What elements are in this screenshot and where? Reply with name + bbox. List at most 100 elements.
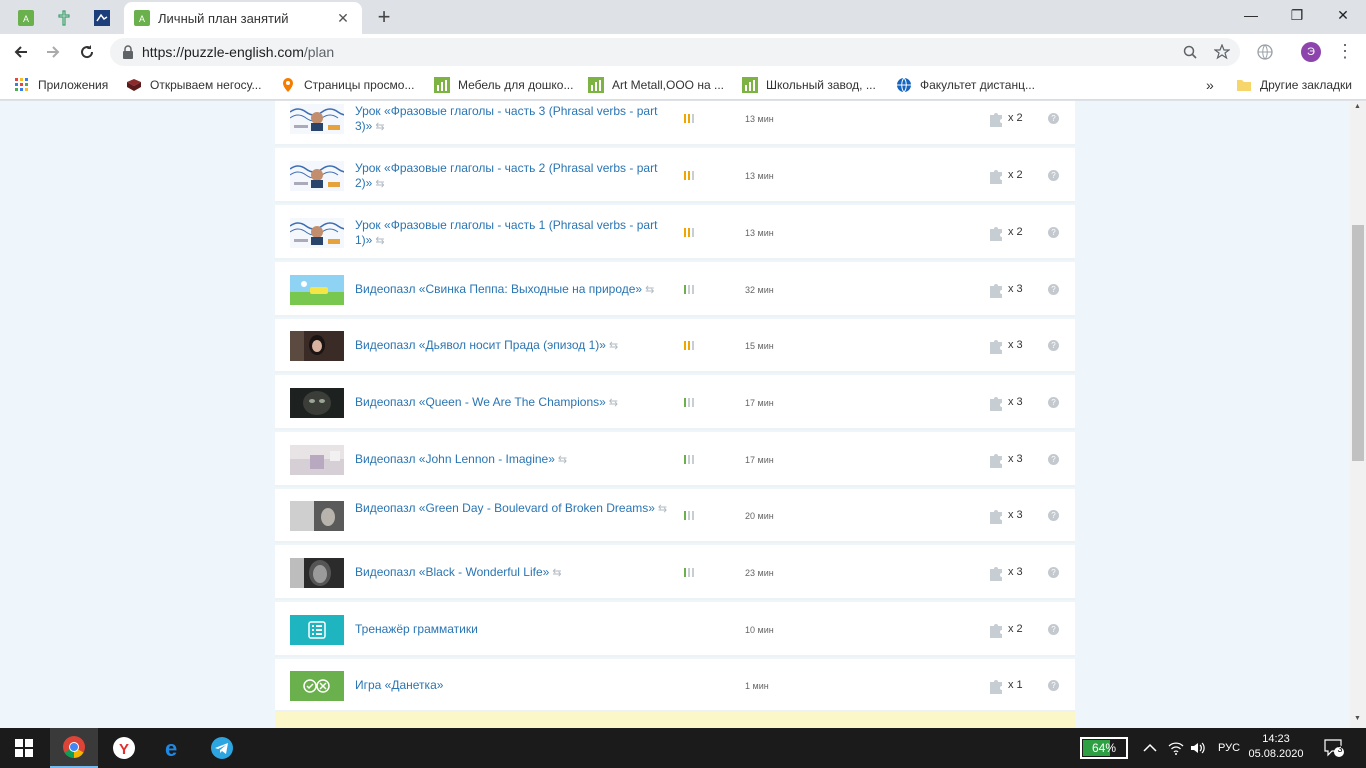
extension-globe-button[interactable] <box>1252 40 1278 64</box>
thumbnail-prada[interactable] <box>290 331 344 361</box>
repeat-icon[interactable]: ⇆ <box>609 340 618 352</box>
help-icon[interactable]: ? <box>1048 170 1059 181</box>
repeat-icon[interactable]: ⇆ <box>375 178 384 190</box>
bookmark-item[interactable]: Мебель для дошко... <box>434 76 573 94</box>
active-tab[interactable]: A Личный план занятий ✕ <box>124 2 362 34</box>
system-clock[interactable]: 14:23 05.08.2020 <box>1246 732 1306 762</box>
volume-icon[interactable] <box>1190 728 1206 768</box>
thumbnail-lesson[interactable] <box>290 218 344 248</box>
plan-row[interactable]: Урок «Фразовые глаголы - часть 1 (Phrasa… <box>275 205 1075 260</box>
repeat-icon[interactable]: ⇆ <box>375 235 384 247</box>
plan-item-title[interactable]: Видеопазл «Queen - We Are The Champions» <box>355 395 606 409</box>
address-bar[interactable]: https://puzzle-english.com/plan <box>110 38 1240 66</box>
tray-chevron-icon[interactable] <box>1143 728 1157 768</box>
start-button[interactable] <box>0 728 48 768</box>
repeat-icon[interactable]: ⇆ <box>375 121 384 133</box>
taskbar-yandex[interactable]: Y <box>100 728 148 768</box>
plan-item-link[interactable]: Видеопазл «Свинка Пеппа: Выходные на при… <box>355 282 670 298</box>
bookmark-item[interactable]: Art Metall,ООО на ... <box>588 76 724 94</box>
new-tab-button[interactable]: + <box>372 6 396 30</box>
profile-avatar[interactable]: Э <box>1301 42 1321 62</box>
thumbnail-lesson[interactable] <box>290 104 344 134</box>
browser-menu-button[interactable]: ⋮ <box>1335 40 1355 64</box>
reload-button[interactable] <box>74 40 100 64</box>
plan-item-link[interactable]: Видеопазл «Black - Wonderful Life» ⇆ <box>355 565 670 581</box>
thumbnail-queen[interactable] <box>290 388 344 418</box>
bookmark-item[interactable]: Страницы просмо... <box>280 76 414 94</box>
plan-item-link[interactable]: Урок «Фразовые глаголы - часть 1 (Phrasa… <box>355 218 670 249</box>
help-icon[interactable]: ? <box>1048 624 1059 635</box>
bookmark-star-icon[interactable] <box>1212 42 1232 62</box>
bookmark-item[interactable]: Открываем негосу... <box>126 76 261 94</box>
plan-row[interactable]: Игра «Данетка» 1 мин x 1? <box>275 659 1075 712</box>
scroll-down-icon[interactable]: ▼ <box>1354 715 1361 722</box>
restore-button[interactable]: ❐ <box>1274 0 1320 30</box>
scroll-up-icon[interactable]: ▲ <box>1354 103 1361 110</box>
bookmark-item[interactable]: Школьный завод, ... <box>742 76 876 94</box>
taskbar-edge[interactable]: e <box>150 728 198 768</box>
pinned-tab-cross[interactable] <box>46 6 82 30</box>
help-icon[interactable]: ? <box>1048 227 1059 238</box>
close-window-button[interactable]: ✕ <box>1320 0 1366 30</box>
plan-row[interactable]: Видеопазл «Queen - We Are The Champions»… <box>275 375 1075 430</box>
plan-item-title[interactable]: Видеопазл «Black - Wonderful Life» <box>355 565 549 579</box>
plan-item-link[interactable]: Урок «Фразовые глаголы - часть 3 (Phrasa… <box>355 104 670 135</box>
plan-item-title[interactable]: Видеопазл «Свинка Пеппа: Выходные на при… <box>355 282 642 296</box>
input-language[interactable]: РУС <box>1218 728 1240 768</box>
plan-item-title[interactable]: Видеопазл «Дьявол носит Прада (эпизод 1)… <box>355 338 606 352</box>
other-bookmarks[interactable]: Другие закладки <box>1236 76 1352 94</box>
repeat-icon[interactable]: ⇆ <box>645 284 654 296</box>
help-icon[interactable]: ? <box>1048 113 1059 124</box>
plan-row[interactable]: Урок «Фразовые глаголы - часть 3 (Phrasa… <box>275 101 1075 146</box>
plan-item-link[interactable]: Видеопазл «Queen - We Are The Champions»… <box>355 395 670 411</box>
plan-item-link[interactable]: Видеопазл «Дьявол носит Прада (эпизод 1)… <box>355 338 670 354</box>
plan-item-title[interactable]: Урок «Фразовые глаголы - часть 2 (Phrasa… <box>355 161 657 190</box>
repeat-icon[interactable]: ⇆ <box>658 503 667 515</box>
notifications-button[interactable]: 3 <box>1324 728 1344 768</box>
plan-row[interactable]: Видеопазл «John Lennon - Imagine» ⇆ 17 мин… <box>275 432 1075 487</box>
help-icon[interactable]: ? <box>1048 567 1059 578</box>
forward-button[interactable] <box>40 40 66 64</box>
repeat-icon[interactable]: ⇆ <box>552 567 561 579</box>
thumbnail-lennon[interactable] <box>290 445 344 475</box>
bookmark-apps[interactable]: Приложения <box>14 76 108 94</box>
plan-item-title[interactable]: Урок «Фразовые глаголы - часть 3 (Phrasa… <box>355 104 657 133</box>
plan-item-title[interactable]: Видеопазл «Green Day - Boulevard of Brok… <box>355 501 655 515</box>
plan-item-link[interactable]: Игра «Данетка» <box>355 678 670 693</box>
thumbnail-black[interactable] <box>290 558 344 588</box>
plan-row[interactable]: Тренажёр грамматики 10 мин x 2? <box>275 602 1075 657</box>
thumbnail-danetka[interactable] <box>290 671 344 701</box>
plan-row[interactable]: Урок «Фразовые глаголы - часть 2 (Phrasa… <box>275 148 1075 203</box>
plan-item-link[interactable]: Тренажёр грамматики <box>355 622 670 637</box>
plan-item-title[interactable]: Тренажёр грамматики <box>355 622 478 636</box>
thumbnail-peppa[interactable] <box>290 275 344 305</box>
help-icon[interactable]: ? <box>1048 680 1059 691</box>
thumbnail-lesson[interactable] <box>290 161 344 191</box>
battery-indicator[interactable]: 64% <box>1080 737 1128 759</box>
taskbar-telegram[interactable] <box>198 728 246 768</box>
plan-row[interactable]: Видеопазл «Black - Wonderful Life» ⇆ 23 ми… <box>275 545 1075 600</box>
plan-item-title[interactable]: Видеопазл «John Lennon - Imagine» <box>355 452 555 466</box>
zoom-icon[interactable] <box>1180 42 1200 62</box>
help-icon[interactable]: ? <box>1048 510 1059 521</box>
repeat-icon[interactable]: ⇆ <box>609 397 618 409</box>
wifi-icon[interactable] <box>1168 728 1184 768</box>
pinned-tab-site[interactable] <box>84 6 120 30</box>
help-icon[interactable]: ? <box>1048 397 1059 408</box>
bookmarks-overflow-button[interactable]: » <box>1206 76 1214 94</box>
repeat-icon[interactable]: ⇆ <box>558 454 567 466</box>
thumbnail-grammar[interactable] <box>290 615 344 645</box>
plan-row[interactable]: Видеопазл «Green Day - Boulevard of Brok… <box>275 489 1075 543</box>
plan-item-link[interactable]: Видеопазл «Green Day - Boulevard of Brok… <box>355 501 670 517</box>
plan-item-link[interactable]: Урок «Фразовые глаголы - часть 2 (Phrasa… <box>355 161 670 192</box>
thumbnail-greenday[interactable] <box>290 501 344 531</box>
back-button[interactable] <box>8 40 34 64</box>
help-icon[interactable]: ? <box>1048 284 1059 295</box>
pinned-tab-puzzle[interactable]: A <box>8 6 44 30</box>
scrollbar-thumb[interactable] <box>1352 225 1364 461</box>
plan-item-title[interactable]: Игра «Данетка» <box>355 678 443 692</box>
page-scrollbar[interactable]: ▲ ▼ <box>1350 101 1366 728</box>
plan-row[interactable]: Видеопазл «Свинка Пеппа: Выходные на при… <box>275 262 1075 317</box>
help-icon[interactable]: ? <box>1048 454 1059 465</box>
plan-row[interactable]: Видеопазл «Дьявол носит Прада (эпизод 1)… <box>275 319 1075 373</box>
